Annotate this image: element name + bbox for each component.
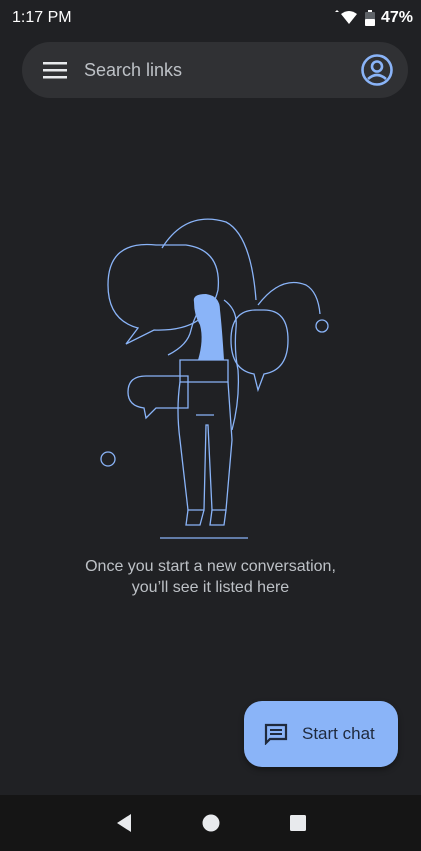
start-chat-label: Start chat	[302, 724, 375, 743]
battery-percent: 47%	[380, 9, 413, 26]
account-circle-icon[interactable]	[360, 53, 394, 87]
battery-icon	[364, 10, 375, 26]
wifi-icon	[334, 10, 357, 24]
start-chat-button[interactable]: Start chat	[244, 701, 398, 767]
empty-state-line1: Once you start a new conversation,	[85, 558, 336, 575]
recents-square-icon[interactable]	[284, 809, 312, 837]
status-time: 1:17 PM	[12, 9, 72, 26]
status-bar: 1:17 PM 47%	[0, 0, 421, 36]
search-input[interactable]: Search links	[84, 60, 360, 81]
message-icon	[264, 722, 288, 746]
system-nav-bar	[0, 795, 421, 851]
hamburger-menu-icon[interactable]	[42, 57, 68, 83]
person-with-speech-bubbles-illustration	[100, 218, 329, 539]
back-triangle-icon[interactable]	[110, 809, 138, 837]
empty-state-line2: you’ll see it listed here	[131, 579, 290, 596]
empty-state-message: Once you start a new conversation, you’l…	[0, 556, 421, 598]
search-bar[interactable]: Search links	[22, 42, 408, 98]
status-icons: 47%	[333, 9, 413, 27]
home-circle-icon[interactable]	[197, 809, 225, 837]
